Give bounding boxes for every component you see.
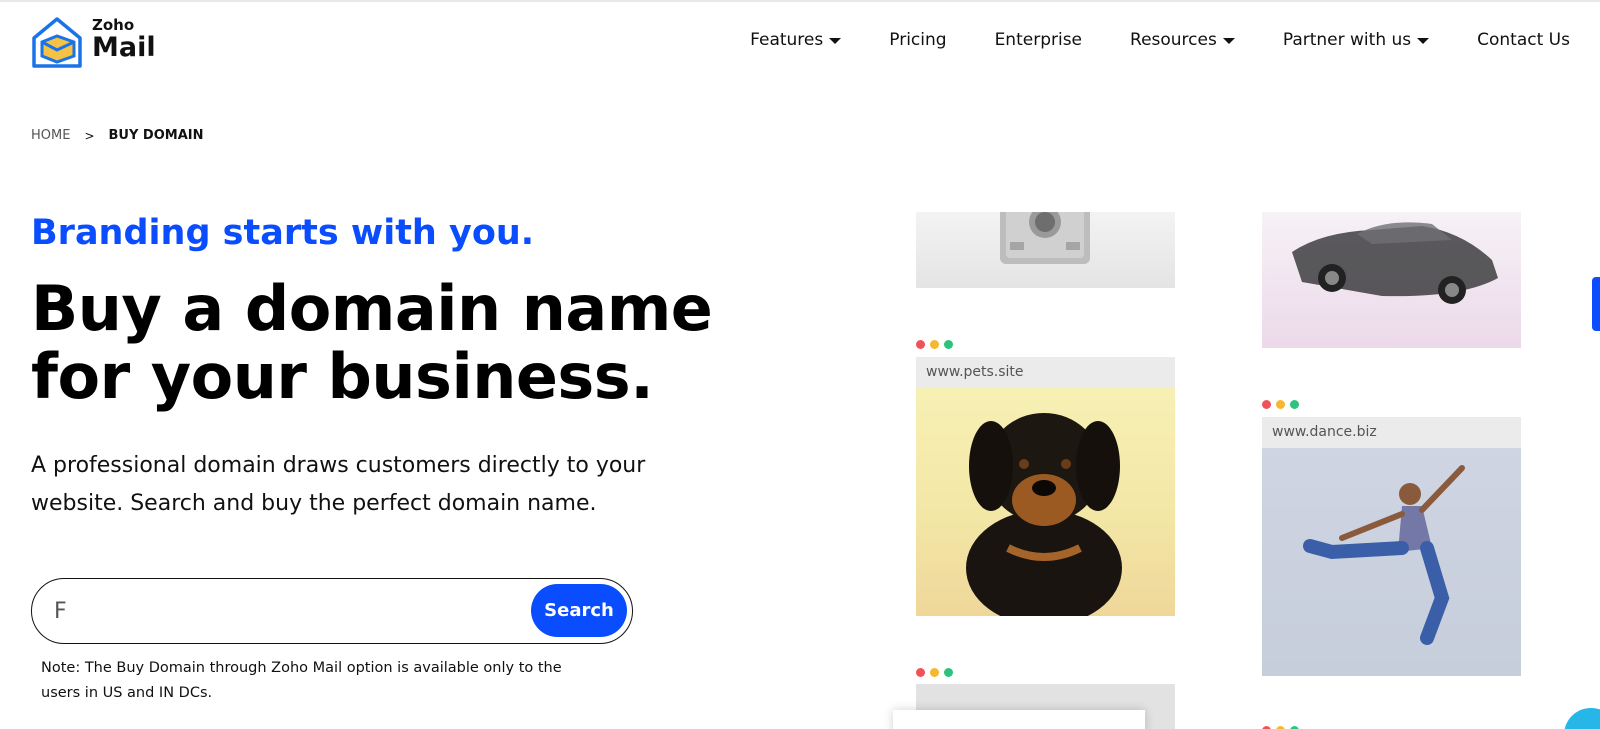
caret-down-icon bbox=[829, 38, 842, 44]
envelope-logo-icon bbox=[32, 17, 82, 68]
logo-product: Mail bbox=[92, 32, 156, 63]
window-dots bbox=[1262, 400, 1299, 409]
red-dot-icon bbox=[1262, 400, 1271, 409]
dance-site-card: www.dance.biz bbox=[1262, 417, 1521, 676]
dancer-image bbox=[1262, 448, 1521, 676]
logo-brand: Zoho bbox=[92, 16, 135, 34]
green-dot-icon bbox=[944, 668, 953, 677]
car-image-card bbox=[1262, 212, 1521, 348]
nav-contact[interactable]: Contact Us bbox=[1477, 30, 1570, 50]
red-dot-icon bbox=[916, 340, 925, 349]
green-dot-icon bbox=[944, 340, 953, 349]
car-image bbox=[1292, 222, 1498, 304]
pets-site-card: www.pets.site bbox=[916, 357, 1175, 616]
yellow-dot-icon bbox=[930, 340, 939, 349]
feedback-side-tab[interactable] bbox=[1592, 277, 1600, 331]
window-dots bbox=[916, 340, 953, 349]
page-title: Buy a domain name for your business. bbox=[31, 272, 713, 413]
nav-contact-label: Contact Us bbox=[1477, 30, 1570, 50]
nav-features[interactable]: Features bbox=[750, 30, 842, 50]
breadcrumb: HOME > BUY DOMAIN bbox=[31, 128, 203, 143]
caret-down-icon bbox=[1417, 38, 1430, 44]
hero-description: A professional domain draws customers di… bbox=[31, 453, 646, 516]
floating-card bbox=[893, 710, 1145, 729]
top-divider bbox=[0, 0, 1600, 2]
pets-url-bar: www.pets.site bbox=[916, 357, 1175, 388]
nav-pricing-label: Pricing bbox=[889, 30, 947, 50]
dancer-illustration bbox=[1303, 465, 1465, 645]
nav-partner[interactable]: Partner with us bbox=[1282, 30, 1430, 50]
availability-note: Note: The Buy Domain through Zoho Mail o… bbox=[41, 660, 562, 701]
camera-image-card bbox=[916, 212, 1175, 288]
domain-search-input[interactable] bbox=[54, 593, 514, 629]
nav-features-label: Features bbox=[750, 30, 824, 50]
window-dots bbox=[916, 668, 953, 677]
puppy-image bbox=[916, 388, 1175, 616]
nav-partner-label: Partner with us bbox=[1282, 30, 1412, 50]
nav-resources-label: Resources bbox=[1130, 30, 1217, 50]
chat-widget-icon[interactable] bbox=[1564, 708, 1600, 729]
dance-url-bar: www.dance.biz bbox=[1262, 417, 1521, 448]
camera-image bbox=[1000, 212, 1090, 264]
nav-resources[interactable]: Resources bbox=[1130, 30, 1235, 50]
yellow-dot-icon bbox=[930, 668, 939, 677]
hero-tagline: Branding starts with you. bbox=[31, 213, 535, 253]
caret-down-icon bbox=[1222, 38, 1235, 44]
nav-enterprise-label: Enterprise bbox=[994, 30, 1083, 50]
zoho-mail-logo[interactable]: Zoho Mail bbox=[30, 16, 160, 70]
red-dot-icon bbox=[916, 668, 925, 677]
green-dot-icon bbox=[1290, 400, 1299, 409]
search-button[interactable]: Search bbox=[531, 584, 627, 637]
main-nav: Features Pricing Enterprise Resources Pa… bbox=[750, 30, 1570, 50]
breadcrumb-separator: > bbox=[84, 128, 95, 143]
nav-pricing[interactable]: Pricing bbox=[889, 30, 946, 50]
breadcrumb-home-link[interactable]: HOME bbox=[31, 128, 70, 143]
domain-search-box: Search bbox=[31, 578, 633, 644]
puppy-illustration bbox=[966, 413, 1122, 616]
yellow-dot-icon bbox=[1276, 400, 1285, 409]
nav-enterprise[interactable]: Enterprise bbox=[995, 30, 1082, 50]
breadcrumb-current: BUY DOMAIN bbox=[108, 128, 204, 143]
